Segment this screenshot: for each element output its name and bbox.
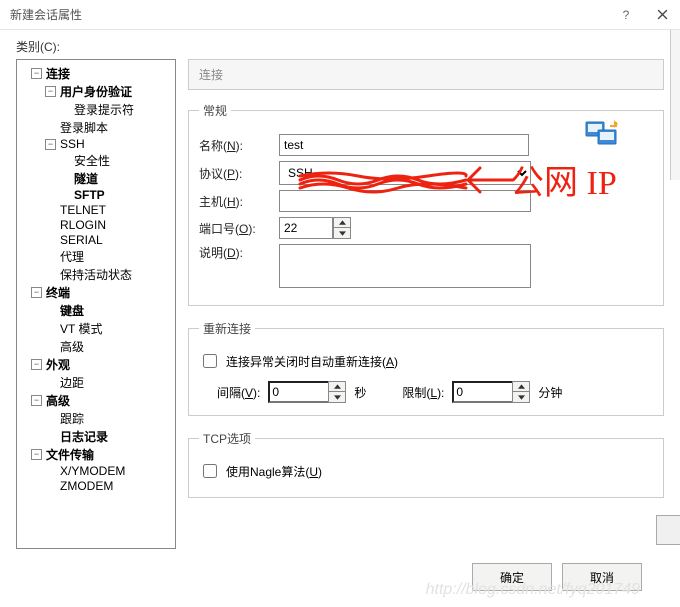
tree-item-serial[interactable]: SERIAL bbox=[58, 233, 105, 247]
interval-label: 间隔(V): bbox=[217, 384, 260, 401]
limit-label: 限制(L): bbox=[402, 384, 444, 401]
tree-item-margin[interactable]: 边距 bbox=[58, 374, 86, 391]
general-legend: 常规 bbox=[199, 102, 231, 119]
interval-input[interactable] bbox=[268, 381, 328, 403]
tree-collapse-icon[interactable]: − bbox=[45, 139, 56, 150]
port-stepper[interactable] bbox=[279, 217, 351, 239]
spin-up-icon[interactable] bbox=[329, 382, 345, 392]
protocol-label: 协议(P): bbox=[199, 165, 279, 182]
category-label: 类别(C): bbox=[0, 30, 680, 59]
tree-collapse-icon[interactable]: − bbox=[31, 287, 42, 298]
interval-stepper[interactable] bbox=[268, 381, 346, 403]
reconnect-group: 重新连接 连接异常关闭时自动重新连接(A) 间隔(V): 秒 限制(L): bbox=[188, 320, 664, 416]
tree-item-sftp[interactable]: SFTP bbox=[72, 188, 107, 202]
tree-collapse-icon[interactable]: − bbox=[31, 359, 42, 370]
limit-input[interactable] bbox=[452, 381, 512, 403]
tree-item-tunnel[interactable]: 隧道 bbox=[72, 170, 100, 187]
tree-item-xymodem[interactable]: X/YMODEM bbox=[58, 464, 127, 478]
tree-item-advanced[interactable]: 高级 bbox=[44, 392, 72, 409]
desc-input[interactable] bbox=[279, 244, 531, 288]
tree-item-auth[interactable]: 用户身份验证 bbox=[58, 83, 134, 100]
ok-button[interactable]: 确定 bbox=[472, 563, 552, 591]
tree-collapse-icon[interactable]: − bbox=[45, 86, 56, 97]
dialog-buttons: 确定 取消 bbox=[472, 563, 642, 591]
tree-item-proxy[interactable]: 代理 bbox=[58, 248, 86, 265]
panel-title: 连接 bbox=[188, 59, 664, 90]
tree-item-advanced-terminal[interactable]: 高级 bbox=[58, 338, 86, 355]
background-button[interactable] bbox=[656, 515, 680, 545]
port-label: 端口号(O): bbox=[199, 220, 279, 237]
reconnect-legend: 重新连接 bbox=[199, 320, 255, 337]
tree-item-ssh[interactable]: SSH bbox=[58, 137, 87, 151]
session-icon bbox=[584, 116, 620, 152]
help-button[interactable]: ? bbox=[608, 0, 644, 30]
cancel-button[interactable]: 取消 bbox=[562, 563, 642, 591]
limit-unit: 分钟 bbox=[538, 384, 562, 401]
port-input[interactable] bbox=[279, 217, 333, 239]
spin-down-icon[interactable] bbox=[513, 392, 529, 402]
category-tree[interactable]: −连接 −用户身份验证 登录提示符 登录脚本 −SSH 安全性 隧道 SFTP … bbox=[16, 59, 176, 549]
tree-item-keepalive[interactable]: 保持活动状态 bbox=[58, 266, 134, 283]
tree-collapse-icon[interactable]: − bbox=[31, 68, 42, 79]
protocol-select[interactable]: SSH bbox=[279, 161, 531, 185]
nagle-checkbox[interactable] bbox=[203, 464, 217, 478]
tree-item-connection[interactable]: 连接 bbox=[44, 65, 72, 82]
background-menu-edge bbox=[670, 30, 680, 180]
host-input[interactable] bbox=[279, 190, 531, 212]
name-input[interactable] bbox=[279, 134, 529, 156]
host-label: 主机(H): bbox=[199, 193, 279, 210]
spin-up-icon[interactable] bbox=[334, 218, 350, 228]
tree-item-trace[interactable]: 跟踪 bbox=[58, 410, 86, 427]
tree-collapse-icon[interactable]: − bbox=[31, 395, 42, 406]
tree-item-security[interactable]: 安全性 bbox=[72, 152, 112, 169]
tcp-group: TCP选项 使用Nagle算法(U) bbox=[188, 430, 664, 498]
tree-item-login-script[interactable]: 登录脚本 bbox=[58, 119, 110, 136]
nagle-label: 使用Nagle算法(U) bbox=[226, 463, 322, 480]
spin-up-icon[interactable] bbox=[513, 382, 529, 392]
tree-item-telnet[interactable]: TELNET bbox=[58, 203, 108, 217]
desc-label: 说明(D): bbox=[199, 244, 279, 261]
spin-down-icon[interactable] bbox=[334, 228, 350, 238]
tree-item-vtmode[interactable]: VT 模式 bbox=[58, 320, 104, 337]
tree-item-filetransfer[interactable]: 文件传输 bbox=[44, 446, 96, 463]
name-label: 名称(N): bbox=[199, 137, 279, 154]
auto-reconnect-label: 连接异常关闭时自动重新连接(A) bbox=[226, 353, 398, 370]
window-title: 新建会话属性 bbox=[10, 6, 608, 23]
limit-stepper[interactable] bbox=[452, 381, 530, 403]
spin-down-icon[interactable] bbox=[329, 392, 345, 402]
tree-item-logging[interactable]: 日志记录 bbox=[58, 428, 110, 445]
tree-collapse-icon[interactable]: − bbox=[31, 449, 42, 460]
close-button[interactable] bbox=[644, 0, 680, 30]
tree-item-rlogin[interactable]: RLOGIN bbox=[58, 218, 108, 232]
tree-item-zmodem[interactable]: ZMODEM bbox=[58, 479, 115, 493]
tree-item-terminal[interactable]: 终端 bbox=[44, 284, 72, 301]
auto-reconnect-checkbox[interactable] bbox=[203, 354, 217, 368]
tree-item-login-prompt[interactable]: 登录提示符 bbox=[72, 101, 136, 118]
tree-item-keyboard[interactable]: 键盘 bbox=[58, 302, 86, 319]
titlebar: 新建会话属性 ? bbox=[0, 0, 680, 30]
tree-item-appearance[interactable]: 外观 bbox=[44, 356, 72, 373]
tcp-legend: TCP选项 bbox=[199, 430, 255, 447]
interval-unit: 秒 bbox=[354, 384, 366, 401]
